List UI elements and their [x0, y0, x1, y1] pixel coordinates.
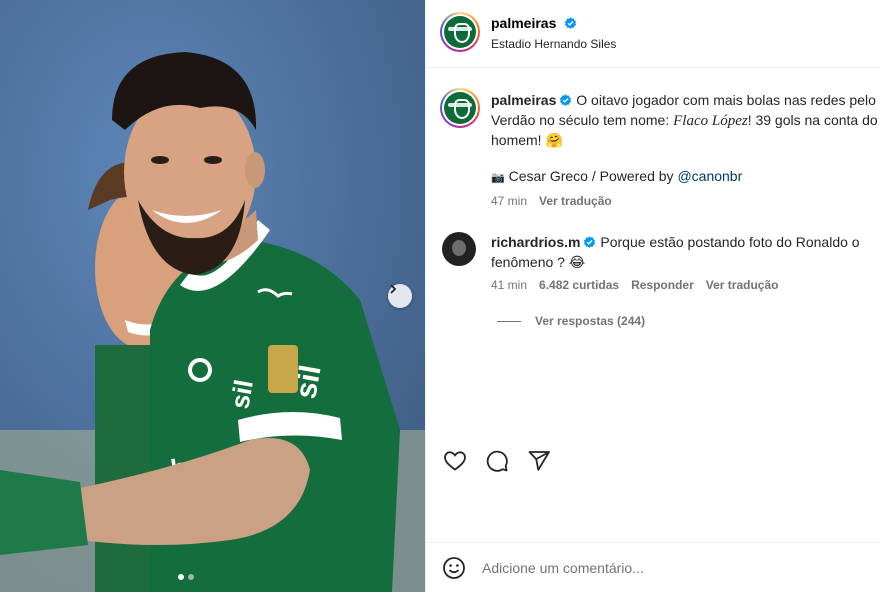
send-icon — [528, 451, 550, 471]
verified-badge-icon — [560, 94, 572, 106]
palmeiras-logo-icon — [444, 16, 476, 48]
comment-meta: 41 min 6.482 curtidas Responder Ver trad… — [491, 278, 778, 292]
comment-username[interactable]: richardrios.m — [491, 234, 580, 250]
view-replies-button[interactable]: Ver respostas (244) — [497, 314, 645, 328]
comment-icon — [486, 450, 508, 472]
heart-icon — [444, 451, 466, 471]
avatar[interactable] — [440, 12, 480, 52]
replies-divider — [497, 320, 521, 322]
post-side-panel: palmeiras Estadio Hernando Siles palmeir… — [425, 0, 880, 592]
comment-composer — [426, 542, 880, 592]
caption-line-1: palmeiras O oitavo jogador com mais bola… — [491, 90, 876, 110]
comment-input[interactable] — [482, 555, 862, 581]
caption-text: ! 39 gols na conta do — [747, 112, 878, 128]
comment-text: Porque estão postando foto do Ronaldo o — [600, 234, 860, 250]
caption-line-2: Verdão no século tem nome: Flaco López! … — [491, 110, 878, 131]
caption-meta: 47 min Ver tradução — [491, 194, 612, 208]
comment-line-1: richardrios.m Porque estão postando foto… — [491, 232, 860, 252]
caption-text: Verdão no século tem nome: — [491, 112, 674, 128]
emoji-button[interactable] — [442, 556, 466, 585]
carousel-dot — [188, 574, 194, 580]
avatar[interactable] — [442, 232, 476, 266]
comment-likes[interactable]: 6.482 curtidas — [539, 278, 619, 292]
credit-text: Cesar Greco / Powered by — [508, 168, 678, 184]
carousel-indicator — [178, 574, 194, 580]
mention-link[interactable]: @canonbr — [677, 168, 742, 184]
caption-credit: 📷 Cesar Greco / Powered by @canonbr — [491, 166, 742, 188]
chevron-right-icon — [390, 284, 397, 294]
player-illustration: bet sil sil — [0, 0, 425, 592]
caption-time[interactable]: 47 min — [491, 194, 527, 208]
caption-username[interactable]: palmeiras — [491, 92, 556, 108]
caption-block: palmeiras O oitavo jogador com mais bola… — [440, 88, 880, 208]
caption-text: O oitavo jogador com mais bolas nas rede… — [576, 92, 876, 108]
translate-button[interactable]: Ver tradução — [706, 278, 779, 292]
comment-line-2: fenômeno ? 😂 — [491, 254, 586, 270]
caption-italic-name: Flaco López — [673, 113, 748, 129]
emoji-icon — [443, 557, 465, 579]
verified-badge-icon — [584, 236, 596, 248]
view-replies-label: Ver respostas (244) — [535, 314, 646, 328]
svg-text:sil: sil — [224, 377, 259, 411]
like-button[interactable] — [442, 448, 468, 474]
next-photo-button[interactable] — [388, 284, 412, 308]
share-button[interactable] — [526, 448, 552, 474]
palmeiras-logo-icon — [444, 92, 476, 124]
comment-item: richardrios.m Porque estão postando foto… — [440, 232, 880, 302]
reply-button[interactable]: Responder — [631, 278, 694, 292]
post-location[interactable]: Estadio Hernando Siles — [491, 37, 616, 51]
carousel-dot-active — [178, 574, 184, 580]
action-bar — [442, 448, 552, 474]
comment-time[interactable]: 41 min — [491, 278, 527, 292]
comment-button[interactable] — [484, 448, 510, 474]
avatar[interactable] — [440, 88, 480, 128]
post-header: palmeiras Estadio Hernando Siles — [426, 0, 880, 68]
camera-icon: 📷 — [491, 172, 505, 184]
header-username[interactable]: palmeiras — [491, 15, 556, 31]
translate-button[interactable]: Ver tradução — [539, 194, 612, 208]
verified-badge-icon — [564, 17, 576, 29]
post-photo[interactable]: bet sil sil — [0, 0, 425, 592]
caption-line-3: homem! 🤗 — [491, 132, 563, 148]
